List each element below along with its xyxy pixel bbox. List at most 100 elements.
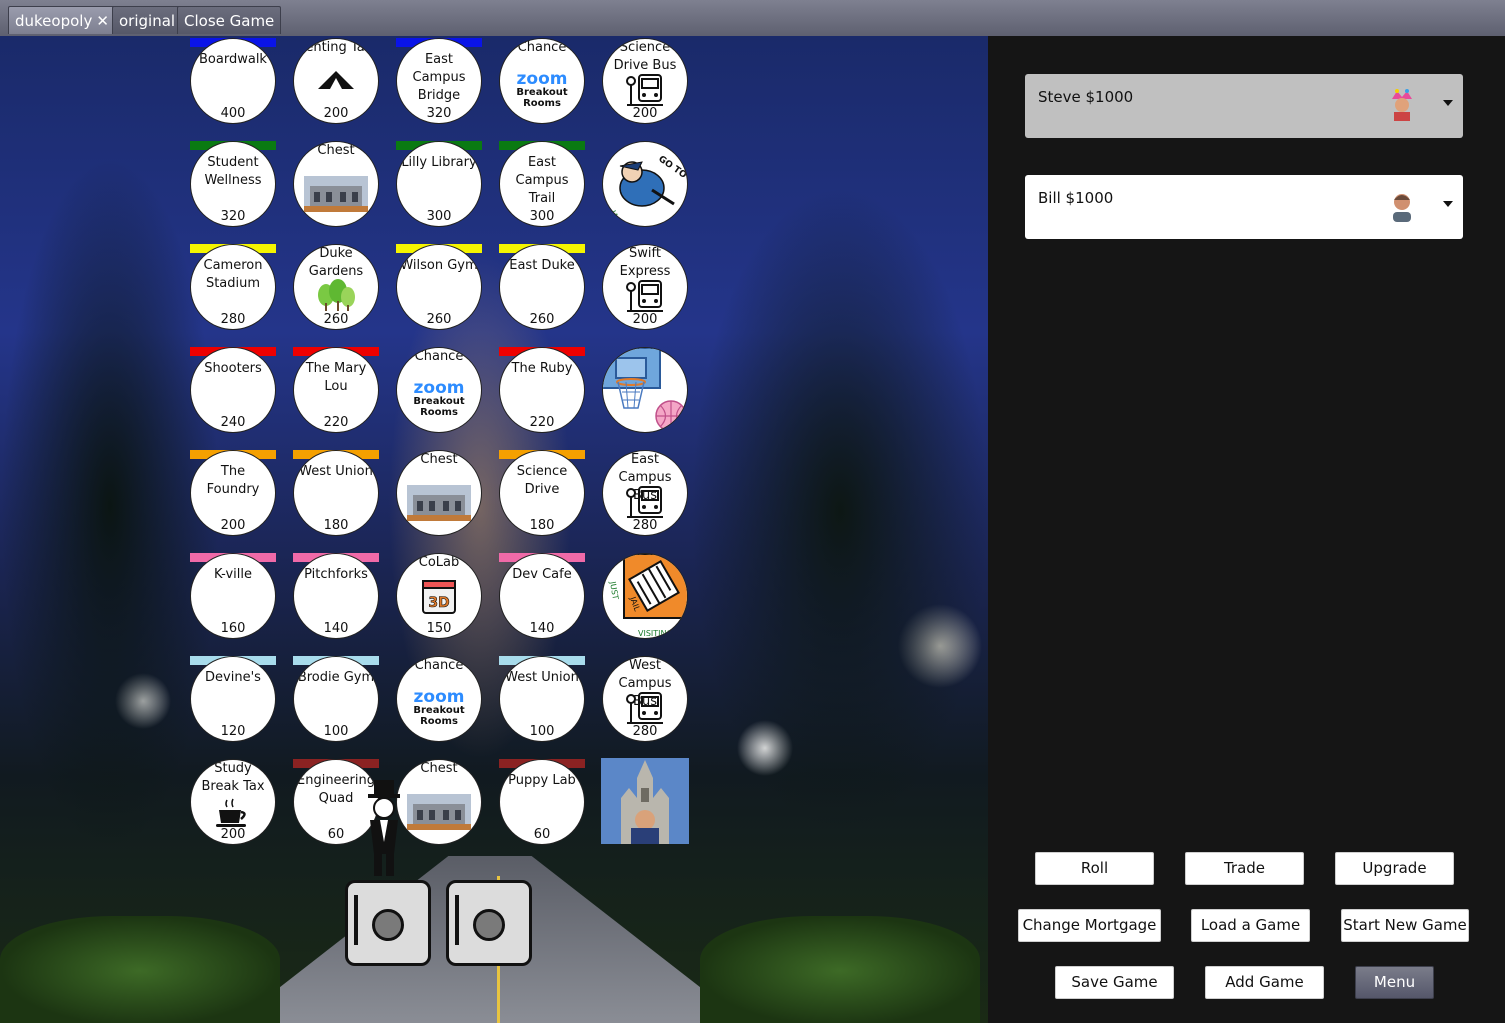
board-space-chest[interactable]: Chest <box>293 141 379 227</box>
board-space-tenting-tax[interactable]: Tenting Tax 200 <box>293 38 379 124</box>
tab-close-game[interactable]: Close Game <box>177 6 282 34</box>
board-space-lilly-library[interactable]: Lilly Library 300 <box>396 141 482 227</box>
board-space-go-to-jail[interactable]: GO TO JAIL <box>602 141 688 227</box>
board-space-the-ruby[interactable]: The Ruby 220 <box>499 347 585 433</box>
die-pip-icon <box>372 909 404 941</box>
space-price: 320 <box>426 106 452 121</box>
roll-button[interactable]: Roll <box>1035 852 1154 885</box>
close-icon[interactable]: ✕ <box>96 12 109 30</box>
board-space-pitchforks[interactable]: Pitchforks 140 <box>293 553 379 639</box>
player-label: Steve $1000 <box>1038 88 1134 106</box>
start-new-game-button[interactable]: Start New Game <box>1341 909 1469 942</box>
space-name: Devine's <box>205 670 261 685</box>
board-space-dev-cafe[interactable]: Dev Cafe 140 <box>499 553 585 639</box>
board-space-the-foundry[interactable]: The Foundry 200 <box>190 450 276 536</box>
space-name: The Mary Lou <box>305 361 367 394</box>
space-price: 180 <box>323 518 349 533</box>
board-space-duke-gardens[interactable]: Duke Gardens 260 <box>293 244 379 330</box>
space-price: 140 <box>323 621 349 636</box>
space-price: 400 <box>220 106 246 121</box>
space-price: 260 <box>426 312 452 327</box>
die-2[interactable] <box>446 880 532 966</box>
trade-button[interactable]: Trade <box>1185 852 1304 885</box>
board-space-chest[interactable]: Chest <box>396 450 482 536</box>
tab-dukeopoly[interactable]: dukeopoly ✕ <box>8 6 116 34</box>
building-photo-icon <box>407 794 471 830</box>
zoom-logo-text: Breakout <box>516 87 568 98</box>
board-space-study-break-tax[interactable]: Study Break Tax 200 <box>190 759 276 845</box>
board-space-cameron-stadium[interactable]: Cameron Stadium 280 <box>190 244 276 330</box>
space-name: Chance <box>414 658 464 673</box>
zoom-logo-text: zoom <box>413 687 465 707</box>
space-name: K-ville <box>213 567 253 582</box>
tent-icon <box>318 71 354 89</box>
die-pip-icon <box>473 909 505 941</box>
save-game-button[interactable]: Save Game <box>1055 966 1174 999</box>
jail-caption: VISITING <box>638 629 673 638</box>
space-name: Pitchforks <box>304 567 368 582</box>
bus-stop-icon <box>626 74 663 106</box>
3d-printer-icon: 3D <box>422 580 456 614</box>
space-name: East Campus Trail <box>515 155 569 206</box>
board-space-chance[interactable]: Chance zoom Breakout Rooms <box>396 656 482 742</box>
board-space-the-mary-lou[interactable]: The Mary Lou 220 <box>293 347 379 433</box>
tab-original[interactable]: original <box>112 6 183 34</box>
space-price: 200 <box>220 827 246 842</box>
zoom-logo-text: zoom <box>413 378 465 398</box>
go-space-chapel-photo-icon[interactable] <box>601 758 689 844</box>
board-space-chance[interactable]: Chance zoom Breakout Rooms <box>499 38 585 124</box>
board-space-k-ville[interactable]: K-ville 160 <box>190 553 276 639</box>
player-label: Bill $1000 <box>1038 189 1114 207</box>
zoom-logo-text: Rooms <box>420 407 458 418</box>
space-name: Tenting Tax <box>299 40 373 55</box>
board-space-east-campus-bus[interactable]: East Campus Bus 280 <box>602 450 688 536</box>
space-price: 300 <box>529 209 555 224</box>
board-space-brodie-gym[interactable]: Brodie Gym 100 <box>293 656 379 742</box>
tab-bar: dukeopoly ✕ original Close Game <box>0 0 1505 37</box>
load-game-button[interactable]: Load a Game <box>1191 909 1310 942</box>
board-space-science-drive[interactable]: Science Drive 180 <box>499 450 585 536</box>
upgrade-button[interactable]: Upgrade <box>1335 852 1454 885</box>
tab-label: Close Game <box>184 12 275 30</box>
menu-button[interactable]: Menu <box>1355 966 1434 999</box>
background-trees <box>690 186 988 836</box>
background-hedge <box>0 916 280 1023</box>
chevron-down-icon[interactable] <box>1443 100 1453 106</box>
board-space-east-campus-bridge[interactable]: East Campus Bridge 320 <box>396 38 482 124</box>
board-space-science-drive-bus[interactable]: Science Drive Bus 200 <box>602 38 688 124</box>
bus-stop-icon <box>626 280 663 312</box>
board-space-student-wellness[interactable]: Student Wellness 320 <box>190 141 276 227</box>
board-space-puppy-lab[interactable]: Puppy Lab 60 <box>499 759 585 845</box>
board-space-swift-express[interactable]: Swift Express 200 <box>602 244 688 330</box>
board-space-west-union[interactable]: West Union 100 <box>499 656 585 742</box>
board-space-just-visiting[interactable]: JUST VISITING IN JAIL <box>602 553 688 639</box>
3d-label: 3D <box>428 595 449 611</box>
board-space-colab[interactable]: CoLab 3D 150 <box>396 553 482 639</box>
board-space-east-duke[interactable]: East Duke 260 <box>499 244 585 330</box>
zoom-logo-text: Rooms <box>523 98 561 109</box>
jail-caption: GO TO <box>656 154 688 181</box>
space-name: Chance <box>517 40 567 55</box>
chevron-down-icon[interactable] <box>1443 201 1453 207</box>
space-name: Boardwalk <box>199 52 267 67</box>
space-price: 300 <box>426 209 452 224</box>
add-game-button[interactable]: Add Game <box>1205 966 1324 999</box>
board-space-shooters[interactable]: Shooters 240 <box>190 347 276 433</box>
board-space-west-union[interactable]: West Union 180 <box>293 450 379 536</box>
board-space-wilson-gym[interactable]: Wilson Gym 260 <box>396 244 482 330</box>
space-price: 280 <box>632 518 658 533</box>
die-1[interactable] <box>345 880 431 966</box>
space-name: Wilson Gym <box>400 258 478 273</box>
board-space-devines[interactable]: Devine's 120 <box>190 656 276 742</box>
building-photo-icon <box>407 485 471 521</box>
board-space-chance[interactable]: Chance zoom Breakout Rooms <box>396 347 482 433</box>
board-space-east-campus-trail[interactable]: East Campus Trail 300 <box>499 141 585 227</box>
board-space-west-campus-bus[interactable]: West Campus Bus 280 <box>602 656 688 742</box>
player-card-steve[interactable]: Steve $1000 <box>1025 74 1463 138</box>
space-price: 240 <box>220 415 246 430</box>
board-space-free-parking[interactable] <box>602 347 688 433</box>
board-space-boardwalk[interactable]: Boardwalk 400 <box>190 38 276 124</box>
player-token-icon <box>368 780 400 876</box>
player-card-bill[interactable]: Bill $1000 <box>1025 175 1463 239</box>
change-mortgage-button[interactable]: Change Mortgage <box>1018 909 1161 942</box>
